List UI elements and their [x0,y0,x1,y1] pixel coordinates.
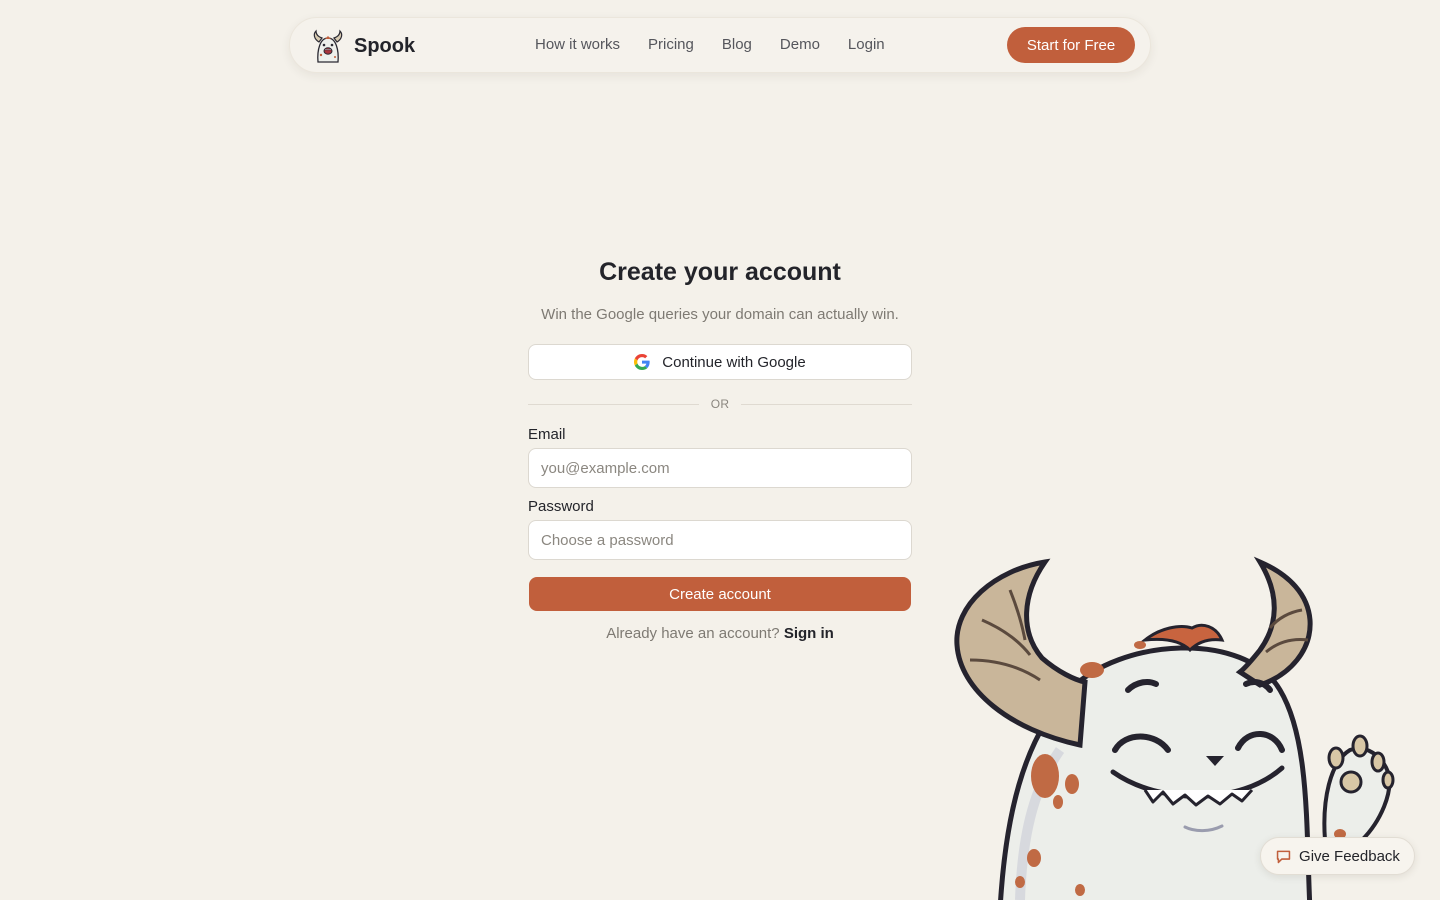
page-title: Create your account [599,258,841,286]
create-account-button[interactable]: Create account [529,577,911,611]
brand-home-link[interactable]: Spook [310,28,415,64]
continue-with-google-button[interactable]: Continue with Google [528,344,912,380]
divider-line-left [528,403,699,405]
mascot-palm-pad [1339,770,1363,794]
sign-in-link[interactable]: Sign in [784,625,834,642]
mascot-spot [1015,876,1025,888]
signin-prompt-text: Already have an account? [606,625,780,642]
nav-link-demo[interactable]: Demo [780,36,820,53]
nav-links: How it works Pricing Blog Demo Login [535,36,885,53]
page-subtitle: Win the Google queries your domain can a… [541,306,899,323]
give-feedback-button[interactable]: Give Feedback [1260,837,1415,875]
divider-line-right [741,403,913,405]
password-label: Password [528,498,594,515]
email-field[interactable] [528,448,912,488]
google-g-icon [634,354,650,370]
give-feedback-label: Give Feedback [1299,847,1400,865]
top-navbar: Spook How it works Pricing Blog Demo Log… [289,17,1151,73]
signup-form: Create your account Win the Google queri… [528,256,913,642]
mascot-spot [1027,849,1041,867]
brand-name: Spook [354,34,416,57]
nav-link-blog[interactable]: Blog [722,36,752,53]
mascot-spot [1053,795,1063,809]
mascot-claw [1370,751,1386,773]
start-for-free-button[interactable]: Start for Free [1007,27,1135,63]
mascot-spot [1080,662,1104,678]
mascot-claw [1351,734,1369,758]
chat-bubble-icon [1276,850,1291,863]
mascot-hair-tuft [1140,623,1225,653]
mascot-claw [1381,770,1395,790]
mascot-spot [1031,754,1059,798]
mascot-claw [1327,746,1345,770]
nav-link-pricing[interactable]: Pricing [648,36,694,53]
password-field[interactable] [528,520,912,560]
or-divider: OR [528,396,913,412]
signup-page: Spook How it works Pricing Blog Demo Log… [0,0,1440,900]
mascot-spot [1075,884,1085,896]
divider-text: OR [710,397,730,411]
signin-prompt: Already have an account? Sign in [528,625,912,642]
mascot-left-horn [954,558,1088,749]
continue-with-google-label: Continue with Google [662,353,806,371]
spook-monster-logo-icon [313,29,343,63]
mascot-spot [1134,641,1146,649]
mascot-spot [1065,774,1079,794]
email-label: Email [528,426,566,443]
nav-link-how-it-works[interactable]: How it works [535,36,620,53]
nav-link-login[interactable]: Login [848,36,885,53]
